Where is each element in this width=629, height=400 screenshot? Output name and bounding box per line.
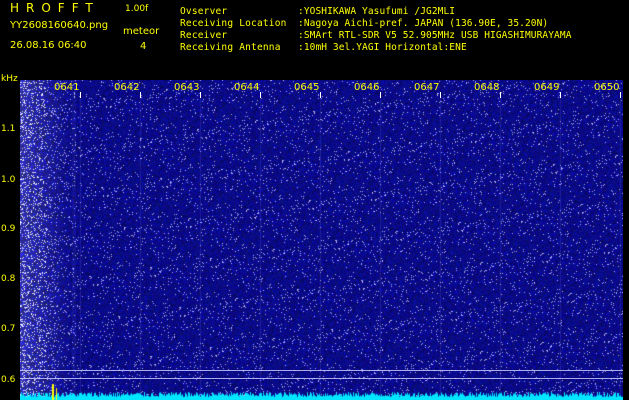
datetime-label: 26.08.16 06:40	[10, 40, 87, 51]
location-value: :Nagoya Aichi-pref. JAPAN (136.90E, 35.2…	[298, 18, 549, 29]
observer-value: :YOSHIKAWA Yasufumi /JG2MLI	[298, 6, 456, 17]
y-label-1.0: 1.0	[1, 175, 16, 185]
time-tick-0649	[560, 92, 561, 98]
time-label-0642: 0642	[114, 82, 140, 93]
time-tick-0650	[620, 92, 621, 98]
header-panel: HROFFT 1.00f YY2608160640.png 26.08.16 0…	[0, 0, 629, 74]
location-key: Receiving Location	[180, 18, 287, 29]
y-label-0.6: 0.6	[1, 375, 16, 385]
app-version: 1.00f	[125, 4, 149, 14]
y-label-0.9: 0.9	[1, 224, 16, 234]
time-label-0643: 0643	[174, 82, 200, 93]
marker-line-upper	[20, 370, 623, 371]
filename-label: YY2608160640.png	[10, 20, 109, 31]
time-label-0646: 0646	[354, 82, 380, 93]
time-label-0647: 0647	[414, 82, 440, 93]
y-label-1.1: 1.1	[1, 124, 16, 134]
axis-unit-label: kHz	[1, 74, 18, 84]
time-label-0645: 0645	[294, 82, 320, 93]
observer-key: Ovserver	[180, 6, 228, 17]
y-label-0.8: 0.8	[1, 274, 16, 284]
receiver-key: Receiver	[180, 30, 228, 41]
time-tick-0643	[200, 92, 201, 98]
time-tick-0641	[80, 92, 81, 98]
time-tick-0642	[140, 92, 141, 98]
spectrogram-canvas	[20, 80, 623, 400]
antenna-value: :10mH 3el.YAGI Horizontal:ENE	[298, 42, 467, 53]
receiver-value: :SMArt RTL-SDR V5 52.905MHz USB HIGASHIM…	[298, 30, 572, 41]
time-tick-0645	[320, 92, 321, 98]
time-label-0641: 0641	[54, 82, 80, 93]
meteor-count: 4	[140, 41, 147, 52]
time-label-0644: 0644	[234, 82, 260, 93]
frequency-axis: kHz 1.1 1.0 0.9 0.8 0.7 0.6	[0, 74, 20, 400]
time-label-0648: 0648	[474, 82, 500, 93]
time-label-0649: 0649	[534, 82, 560, 93]
antenna-key: Receiving Antenna	[180, 42, 281, 53]
time-tick-0646	[380, 92, 381, 98]
time-tick-0648	[500, 92, 501, 98]
marker-line-lower	[20, 378, 623, 379]
time-tick-0644	[260, 92, 261, 98]
time-label-0650: 0650	[594, 82, 620, 93]
time-tick-0647	[440, 92, 441, 98]
right-border	[623, 74, 629, 400]
y-label-0.7: 0.7	[1, 324, 16, 334]
meteor-label: meteor	[123, 26, 160, 37]
app-title: HROFFT	[10, 1, 100, 15]
